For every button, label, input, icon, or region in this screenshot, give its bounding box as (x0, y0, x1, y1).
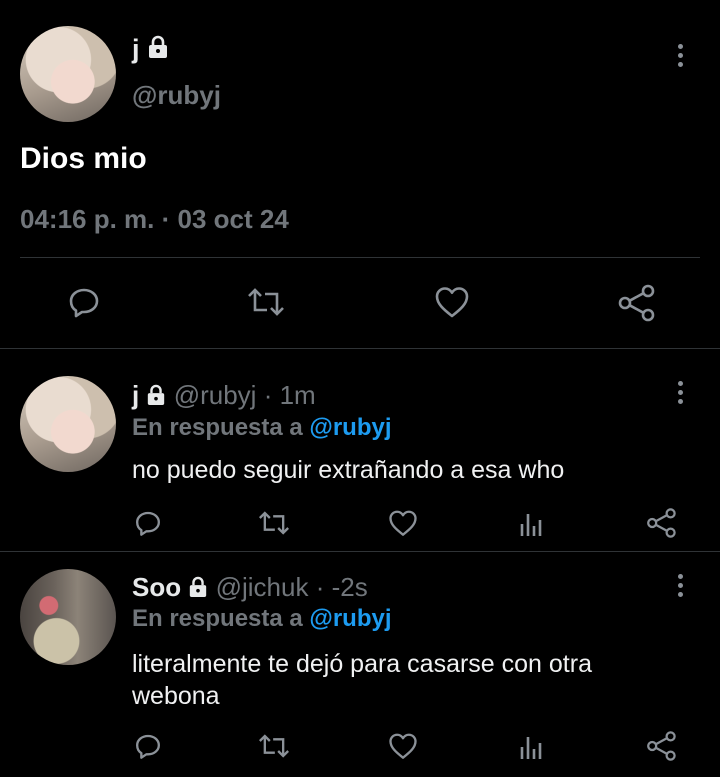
reply-prefix: En respuesta a (132, 414, 303, 441)
heart-icon[interactable] (388, 731, 418, 761)
reply-to-link[interactable]: @rubyj (309, 605, 391, 632)
reply-icon[interactable] (133, 508, 163, 538)
avatar[interactable] (20, 26, 116, 122)
retweet-icon[interactable] (246, 284, 286, 320)
avatar[interactable] (20, 569, 116, 665)
avatar[interactable] (20, 376, 116, 472)
divider (0, 551, 720, 552)
tweet-text: no puedo seguir extrañando a esa who (132, 456, 565, 484)
reply-context: En respuesta a @rubyj (132, 605, 392, 633)
handle[interactable]: @rubyj (132, 80, 221, 111)
reply-prefix: En respuesta a (132, 605, 303, 632)
divider (0, 348, 720, 349)
tweet-time: · -2s (315, 572, 368, 602)
display-name[interactable]: j (132, 34, 140, 64)
views-icon[interactable] (518, 733, 546, 761)
more-vertical-icon[interactable] (676, 44, 684, 71)
share-icon[interactable] (645, 730, 677, 762)
handle[interactable]: @rubyj (174, 380, 257, 410)
more-vertical-icon[interactable] (676, 381, 684, 408)
reply-icon[interactable] (66, 284, 102, 320)
reply-to-link[interactable]: @rubyj (309, 414, 391, 441)
more-vertical-icon[interactable] (676, 574, 684, 601)
retweet-icon[interactable] (257, 731, 291, 761)
tweet-text-line: webona (132, 682, 220, 710)
heart-icon[interactable] (388, 508, 418, 538)
display-name[interactable]: j (132, 380, 139, 410)
share-icon[interactable] (645, 507, 677, 539)
display-name[interactable]: Soo (132, 572, 181, 602)
retweet-icon[interactable] (257, 508, 291, 538)
handle[interactable]: @jichuk (216, 572, 309, 602)
tweet-text-line: literalmente te dejó para casarse con ot… (132, 650, 592, 678)
tweet-text: Dios mio (20, 142, 147, 175)
lock-icon (147, 35, 169, 66)
lock-icon (146, 382, 166, 413)
lock-icon (188, 574, 208, 605)
tweet-text: literalmente te dejó para casarse con ot… (132, 648, 592, 712)
heart-icon[interactable] (434, 284, 470, 320)
divider (20, 257, 700, 258)
timestamp[interactable]: 04:16 p. m. · 03 oct 24 (20, 204, 289, 235)
reply-context: En respuesta a @rubyj (132, 414, 392, 442)
tweet-time: · 1m (263, 380, 316, 410)
share-icon[interactable] (616, 283, 656, 323)
reply-icon[interactable] (133, 731, 163, 761)
views-icon[interactable] (518, 510, 546, 538)
